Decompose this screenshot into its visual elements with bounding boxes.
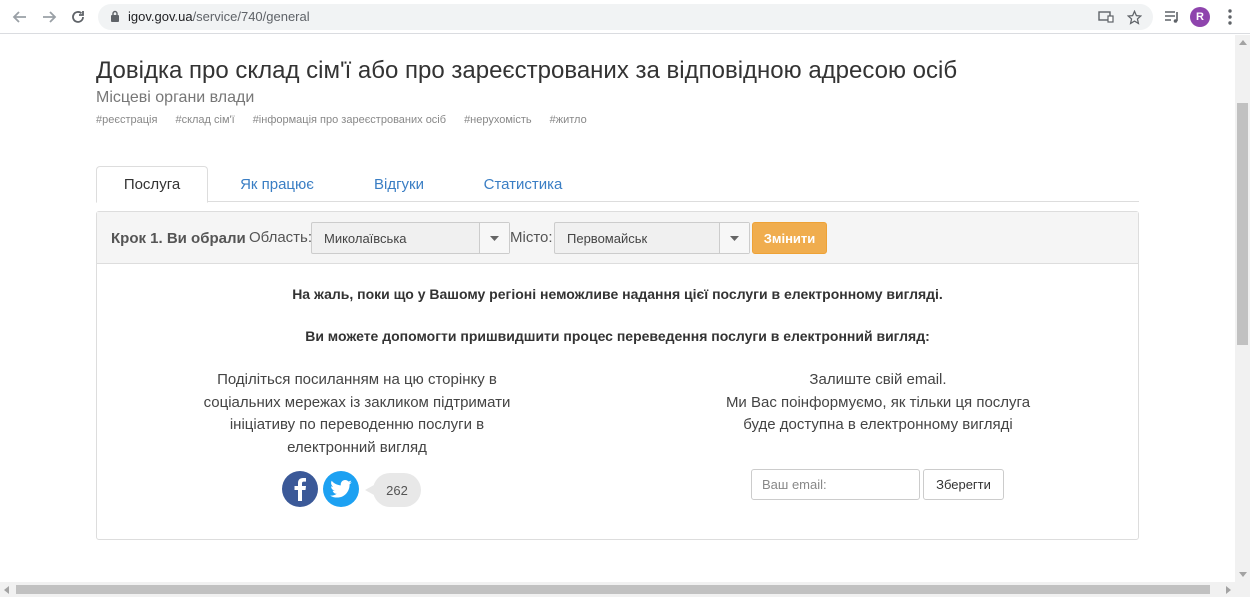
reading-list-icon[interactable]	[1162, 7, 1182, 27]
browser-toolbar: igov.gov.ua/service/740/general R	[0, 0, 1250, 34]
url-path: /service/740/general	[192, 9, 310, 24]
scroll-down-icon[interactable]	[1239, 572, 1247, 577]
twitter-icon	[330, 480, 352, 498]
share-instructions: Поділіться посиланням на цю сторінку в с…	[192, 369, 522, 459]
save-button[interactable]: Зберегти	[923, 469, 1004, 500]
tab-service[interactable]: Послуга	[96, 166, 208, 203]
region-select-value: Миколаївська	[324, 231, 407, 246]
profile-avatar[interactable]: R	[1190, 7, 1210, 27]
tag-item[interactable]: #нерухомість	[464, 114, 532, 126]
tab-bar: Послуга Як працює Відгуки Статистика	[96, 166, 1139, 203]
tag-item[interactable]: #склад сім'ї	[175, 114, 234, 126]
menu-kebab-icon[interactable]	[1222, 8, 1238, 26]
service-panel: Крок 1. Ви обрали Область: Миколаївська …	[96, 211, 1139, 540]
page-subtitle: Місцеві органи влади	[96, 89, 255, 106]
forward-icon[interactable]	[39, 7, 59, 27]
city-select-value: Первомайськ	[567, 231, 648, 246]
unavailable-message: На жаль, поки що у Вашому регіоні неможл…	[292, 286, 943, 302]
tag-item[interactable]: #реєстрація	[96, 114, 157, 126]
email-text-line: Залиште свій email.	[809, 371, 947, 388]
page-title: Довідка про склад сім'ї або про зареєстр…	[96, 57, 958, 84]
tag-list: #реєстрація #склад сім'ї #інформація про…	[96, 114, 587, 126]
step-selection-bar: Крок 1. Ви обрали Область: Миколаївська …	[97, 212, 1138, 264]
chevron-down-icon	[479, 223, 509, 253]
lock-icon	[110, 10, 120, 28]
share-text-line: електронний вигляд	[287, 438, 427, 456]
url-text: igov.gov.ua/service/740/general	[128, 9, 310, 24]
reload-icon[interactable]	[68, 7, 88, 27]
back-icon[interactable]	[10, 7, 30, 27]
share-text-line: соціальних мережах із закликом підтримат…	[203, 393, 511, 411]
scroll-up-icon[interactable]	[1239, 40, 1247, 45]
facebook-icon	[294, 478, 306, 501]
horizontal-scrollbar[interactable]	[0, 582, 1250, 597]
tag-item[interactable]: #інформація про зареєстрованих осіб	[253, 114, 446, 126]
share-text-line: Поділіться посиланням на цю сторінку в	[217, 371, 497, 388]
tag-item[interactable]: #житло	[550, 114, 587, 126]
share-count-badge: 262	[365, 473, 421, 507]
scroll-right-icon[interactable]	[1226, 586, 1231, 594]
vertical-scroll-thumb[interactable]	[1237, 103, 1248, 345]
url-domain: igov.gov.ua	[128, 9, 193, 24]
twitter-share-button[interactable]	[323, 471, 359, 507]
facebook-share-button[interactable]	[282, 471, 318, 507]
step-label: Крок 1. Ви обрали	[111, 230, 246, 247]
region-select[interactable]: Миколаївська	[311, 222, 510, 254]
share-text-line: ініціативу по переводенню послуги в	[229, 416, 485, 433]
city-label: Місто:	[510, 229, 553, 246]
tab-statistics[interactable]: Статистика	[468, 166, 578, 202]
install-app-icon[interactable]	[1098, 10, 1114, 29]
email-text-line: буде доступна в електронному вигляді	[743, 416, 1013, 433]
chevron-down-icon	[719, 223, 749, 253]
tab-how-it-works[interactable]: Як працює	[220, 166, 334, 202]
help-message: Ви можете допомогти пришвидшити процес п…	[305, 328, 930, 344]
email-field[interactable]	[751, 469, 920, 500]
scroll-left-icon[interactable]	[4, 586, 9, 594]
email-text-line: Ми Вас поінформуємо, як тільки ця послуг…	[725, 393, 1031, 411]
vertical-scrollbar[interactable]	[1235, 35, 1250, 582]
address-bar[interactable]: igov.gov.ua/service/740/general	[98, 4, 1153, 30]
tab-reviews[interactable]: Відгуки	[354, 166, 444, 202]
change-button[interactable]: Змінити	[752, 222, 827, 254]
horizontal-scroll-thumb[interactable]	[16, 585, 1210, 594]
city-select[interactable]: Первомайськ	[554, 222, 750, 254]
region-label: Область:	[249, 229, 313, 246]
bookmark-star-icon[interactable]	[1126, 9, 1143, 30]
email-instructions: Залиште свій email. Ми Вас поінформуємо,…	[713, 369, 1043, 437]
